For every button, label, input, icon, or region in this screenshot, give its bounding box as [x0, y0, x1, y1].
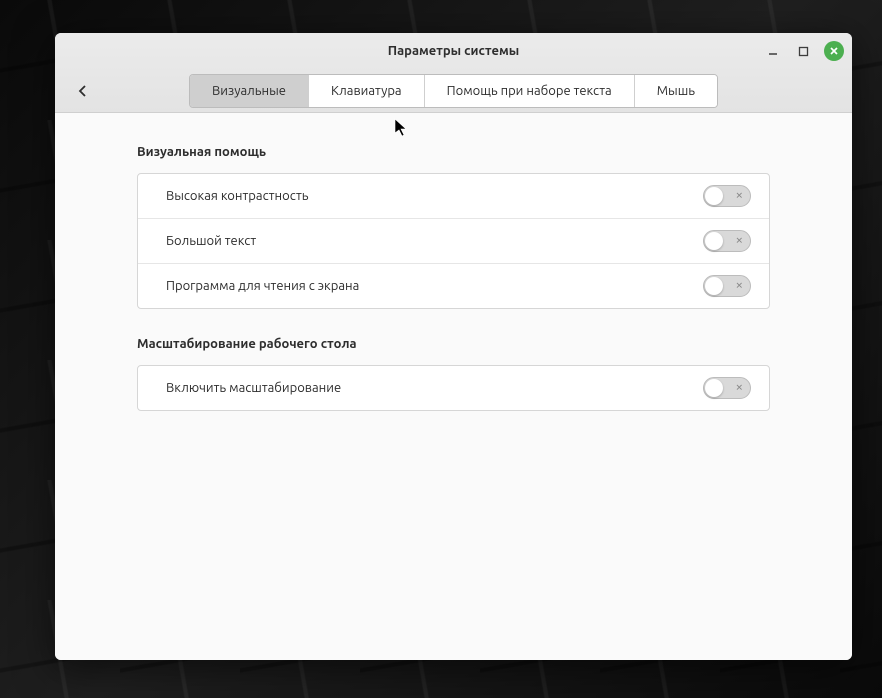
- switch-knob: [705, 187, 723, 205]
- window-controls: [764, 41, 844, 61]
- content: Визуальная помощь Высокая контрастность …: [55, 113, 852, 660]
- maximize-button[interactable]: [794, 42, 812, 60]
- back-button[interactable]: [69, 77, 97, 105]
- settings-window: Параметры системы Визуальные Клавиатура …: [55, 33, 852, 660]
- switch-large-text[interactable]: ✕: [703, 230, 751, 252]
- switch-screen-reader[interactable]: ✕: [703, 275, 751, 297]
- row-label: Включить масштабирование: [166, 381, 341, 395]
- panel-visual: Высокая контрастность ✕ Большой текст ✕ …: [137, 173, 770, 309]
- switch-knob: [705, 379, 723, 397]
- close-button[interactable]: [824, 41, 844, 61]
- switch-high-contrast[interactable]: ✕: [703, 185, 751, 207]
- tab-mouse[interactable]: Мышь: [635, 75, 717, 107]
- tab-keyboard[interactable]: Клавиатура: [309, 75, 425, 107]
- tabs-row: Визуальные Клавиатура Помощь при наборе …: [55, 69, 852, 112]
- row-large-text: Большой текст ✕: [138, 219, 769, 264]
- section-header-visual: Визуальная помощь: [137, 145, 770, 159]
- switch-off-icon: ✕: [735, 192, 743, 201]
- section-header-scaling: Масштабирование рабочего стола: [137, 337, 770, 351]
- switch-enable-scaling[interactable]: ✕: [703, 377, 751, 399]
- tab-visual[interactable]: Визуальные: [190, 75, 309, 107]
- row-label: Программа для чтения с экрана: [166, 279, 359, 293]
- switch-knob: [705, 232, 723, 250]
- title-row: Параметры системы: [55, 33, 852, 69]
- titlebar: Параметры системы Визуальные Клавиатура …: [55, 33, 852, 113]
- tabs: Визуальные Клавиатура Помощь при наборе …: [189, 74, 718, 108]
- switch-off-icon: ✕: [735, 237, 743, 246]
- switch-off-icon: ✕: [735, 384, 743, 393]
- minimize-button[interactable]: [764, 42, 782, 60]
- window-title: Параметры системы: [388, 44, 520, 58]
- row-screen-reader: Программа для чтения с экрана ✕: [138, 264, 769, 308]
- row-label: Высокая контрастность: [166, 189, 308, 203]
- row-enable-scaling: Включить масштабирование ✕: [138, 366, 769, 410]
- tab-typing-assist[interactable]: Помощь при наборе текста: [425, 75, 635, 107]
- row-high-contrast: Высокая контрастность ✕: [138, 174, 769, 219]
- row-label: Большой текст: [166, 234, 256, 248]
- switch-knob: [705, 277, 723, 295]
- panel-scaling: Включить масштабирование ✕: [137, 365, 770, 411]
- switch-off-icon: ✕: [735, 282, 743, 291]
